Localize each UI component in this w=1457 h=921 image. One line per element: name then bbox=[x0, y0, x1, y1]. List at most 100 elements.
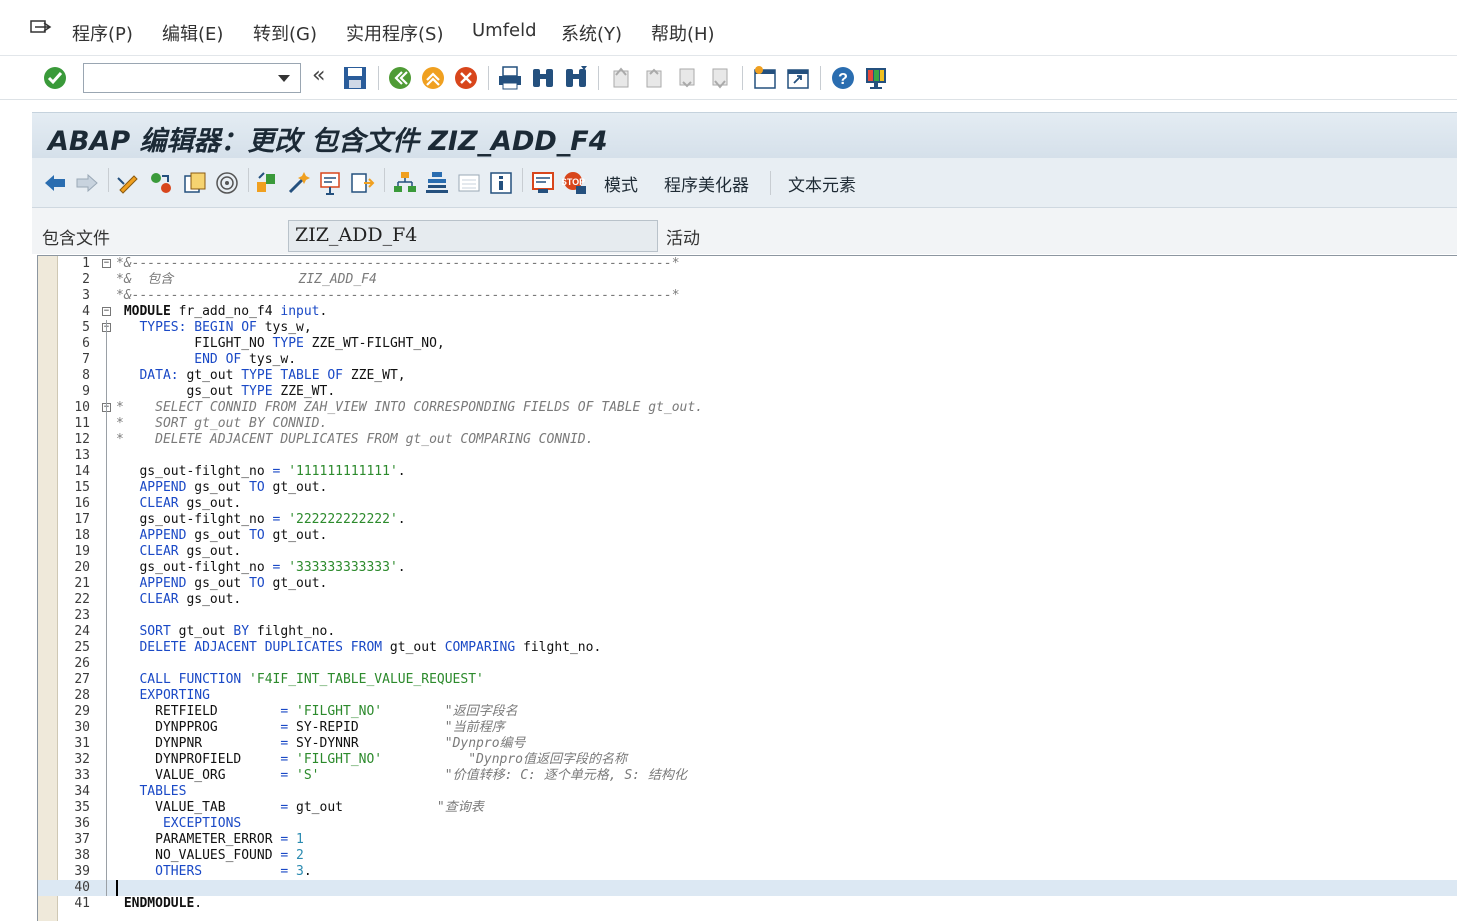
code-line[interactable]: 3 *&-------------------------------------… bbox=[38, 288, 1457, 304]
pretty-printer-button[interactable]: 程序美化器 bbox=[664, 171, 749, 196]
code-line[interactable]: 28 EXPORTING bbox=[38, 688, 1457, 704]
menu-system[interactable]: 系统(Y) bbox=[561, 20, 622, 46]
breakpoint-icon[interactable] bbox=[530, 170, 556, 196]
menu-environment[interactable]: Umfeld bbox=[472, 20, 537, 41]
code-line[interactable]: 27 CALL FUNCTION 'F4IF_INT_TABLE_VALUE_R… bbox=[38, 672, 1457, 688]
code-line[interactable]: 33 VALUE_ORG = 'S' "价值转移: C: 逐个单元格, S: 结… bbox=[38, 768, 1457, 784]
code-line[interactable]: 32 DYNPROFIELD = 'FILGHT_NO' "Dynpro值返回字… bbox=[38, 752, 1457, 768]
code-line[interactable]: 14 gs_out-filght_no = '111111111111'. bbox=[38, 464, 1457, 480]
code-token: tys_w, bbox=[256, 320, 312, 335]
code-line[interactable]: 37 PARAMETER_ERROR = 1 bbox=[38, 832, 1457, 848]
code-line[interactable]: 9 gs_out TYPE ZZE_WT. bbox=[38, 384, 1457, 400]
enter-check-icon[interactable] bbox=[42, 65, 68, 91]
code-line[interactable]: 20 gs_out-filght_no = '333333333333'. bbox=[38, 560, 1457, 576]
code-line[interactable]: 41 ENDMODULE. bbox=[38, 896, 1457, 912]
navigation-window-icon[interactable] bbox=[424, 170, 450, 196]
code-line[interactable]: 8 DATA: gt_out TYPE TABLE OF ZZE_WT, bbox=[38, 368, 1457, 384]
code-line[interactable]: 22 CLEAR gs_out. bbox=[38, 592, 1457, 608]
last-page-icon[interactable] bbox=[707, 65, 733, 91]
code-line[interactable]: 34 TABLES bbox=[38, 784, 1457, 800]
check-syntax-icon[interactable] bbox=[254, 170, 280, 196]
where-used-icon[interactable] bbox=[214, 170, 240, 196]
code-line[interactable]: 31 DYNPNR = SY-DYNNR "Dynpro编号 bbox=[38, 736, 1457, 752]
menu-goto[interactable]: 转到(G) bbox=[253, 20, 317, 46]
help-icon[interactable]: ? bbox=[830, 65, 856, 91]
code-token: TABLES bbox=[116, 784, 187, 799]
code-line[interactable]: 25 DELETE ADJACENT DUPLICATES FROM gt_ou… bbox=[38, 640, 1457, 656]
exit-icon[interactable] bbox=[420, 65, 446, 91]
activate-icon[interactable] bbox=[286, 170, 312, 196]
active-inactive-icon[interactable] bbox=[148, 170, 174, 196]
code-line[interactable]: 10−* SELECT CONNID FROM ZAH_VIEW INTO CO… bbox=[38, 400, 1457, 416]
menu-help[interactable]: 帮助(H) bbox=[651, 20, 715, 46]
line-number: 2 bbox=[82, 272, 90, 287]
code-line[interactable]: 21 APPEND gs_out TO gt_out. bbox=[38, 576, 1457, 592]
code-line[interactable]: 23 bbox=[38, 608, 1457, 624]
code-line[interactable]: 30 DYNPPROG = SY-REPID "当前程序 bbox=[38, 720, 1457, 736]
display-change-icon[interactable] bbox=[116, 170, 142, 196]
code-line[interactable]: 1 − *&------------------------------------… bbox=[38, 256, 1457, 272]
code-line[interactable]: 4 − MODULE fr_add_no_f4 input. bbox=[38, 304, 1457, 320]
code-line[interactable]: 11 * SORT gt_out BY CONNID. bbox=[38, 416, 1457, 432]
code-line[interactable]: 35 VALUE_TAB = gt_out "查询表 bbox=[38, 800, 1457, 816]
pattern-button[interactable]: 模式 bbox=[604, 171, 638, 196]
code-token: RETFIELD bbox=[116, 704, 281, 719]
text-elements-button[interactable]: 文本元素 bbox=[788, 171, 856, 196]
code-line[interactable]: 15 APPEND gs_out TO gt_out. bbox=[38, 480, 1457, 496]
print-icon[interactable] bbox=[497, 65, 523, 91]
collapse-icon[interactable]: « bbox=[312, 65, 338, 91]
chevron-down-icon[interactable] bbox=[278, 75, 290, 82]
other-object-icon[interactable] bbox=[182, 170, 208, 196]
code-line[interactable]: 13 bbox=[38, 448, 1457, 464]
code-line[interactable]: 36 EXCEPTIONS bbox=[38, 816, 1457, 832]
collapse-icon[interactable]: − bbox=[102, 259, 111, 268]
next-page-icon[interactable] bbox=[674, 65, 700, 91]
code-line[interactable]: 2 *& 包含 ZIZ_ADD_F4 bbox=[38, 272, 1457, 288]
code-line[interactable]: 7 END OF tys_w. bbox=[38, 352, 1457, 368]
command-input[interactable] bbox=[84, 64, 274, 92]
menu-utilities[interactable]: 实用程序(S) bbox=[346, 20, 443, 46]
code-line[interactable]: 19 CLEAR gs_out. bbox=[38, 544, 1457, 560]
back-icon[interactable] bbox=[387, 65, 413, 91]
code-token: . bbox=[397, 560, 406, 575]
enhance-icon[interactable] bbox=[456, 170, 482, 196]
test-icon[interactable] bbox=[318, 170, 344, 196]
shortcut-icon[interactable] bbox=[785, 65, 811, 91]
external-breakpoint-icon[interactable]: STOP bbox=[562, 170, 588, 196]
cancel-icon[interactable] bbox=[453, 65, 479, 91]
code-text: APPEND gs_out TO gt_out. bbox=[116, 480, 327, 496]
code-line[interactable]: 6 FILGHT_NO TYPE ZZE_WT-FILGHT_NO, bbox=[38, 336, 1457, 352]
first-page-icon[interactable] bbox=[608, 65, 634, 91]
code-token: gs_out bbox=[186, 480, 250, 495]
code-line[interactable]: 38 NO_VALUES_FOUND = 2 bbox=[38, 848, 1457, 864]
collapse-icon[interactable]: − bbox=[102, 307, 111, 316]
code-editor[interactable]: 1− *&------------------------------------… bbox=[37, 255, 1457, 921]
code-line[interactable]: 39 OTHERS = 3. bbox=[38, 864, 1457, 880]
code-line[interactable]: 29 RETFIELD = 'FILGHT_NO' "返回字段名 bbox=[38, 704, 1457, 720]
information-icon[interactable] bbox=[488, 170, 514, 196]
new-session-icon[interactable] bbox=[752, 65, 778, 91]
code-line[interactable]: 26 bbox=[38, 656, 1457, 672]
code-line[interactable]: 40 bbox=[38, 880, 1457, 896]
code-token: NO_VALUES_FOUND bbox=[116, 848, 281, 863]
command-field[interactable] bbox=[83, 63, 301, 93]
code-line[interactable]: 18 APPEND gs_out TO gt_out. bbox=[38, 528, 1457, 544]
menu-edit[interactable]: 编辑(E) bbox=[162, 20, 223, 46]
code-line[interactable]: 17 gs_out-filght_no = '222222222222'. bbox=[38, 512, 1457, 528]
find-next-icon[interactable] bbox=[563, 65, 589, 91]
layout-menu-icon[interactable] bbox=[863, 65, 889, 91]
save-icon[interactable] bbox=[342, 65, 368, 91]
code-line[interactable]: 16 CLEAR gs_out. bbox=[38, 496, 1457, 512]
arrow-right-icon[interactable] bbox=[74, 170, 100, 196]
code-line[interactable]: 5− TYPES: BEGIN OF tys_w, bbox=[38, 320, 1457, 336]
menu-toggle-icon[interactable] bbox=[30, 20, 52, 38]
find-icon[interactable] bbox=[530, 65, 556, 91]
object-list-icon[interactable] bbox=[392, 170, 418, 196]
arrow-left-icon[interactable] bbox=[42, 170, 68, 196]
code-line[interactable]: 12 * DELETE ADJACENT DUPLICATES FROM gt_o… bbox=[38, 432, 1457, 448]
previous-page-icon[interactable] bbox=[641, 65, 667, 91]
code-token: DATA: bbox=[116, 368, 179, 383]
where-used-list-icon[interactable] bbox=[350, 170, 376, 196]
menu-program[interactable]: 程序(P) bbox=[72, 20, 133, 46]
code-line[interactable]: 24 SORT gt_out BY filght_no. bbox=[38, 624, 1457, 640]
